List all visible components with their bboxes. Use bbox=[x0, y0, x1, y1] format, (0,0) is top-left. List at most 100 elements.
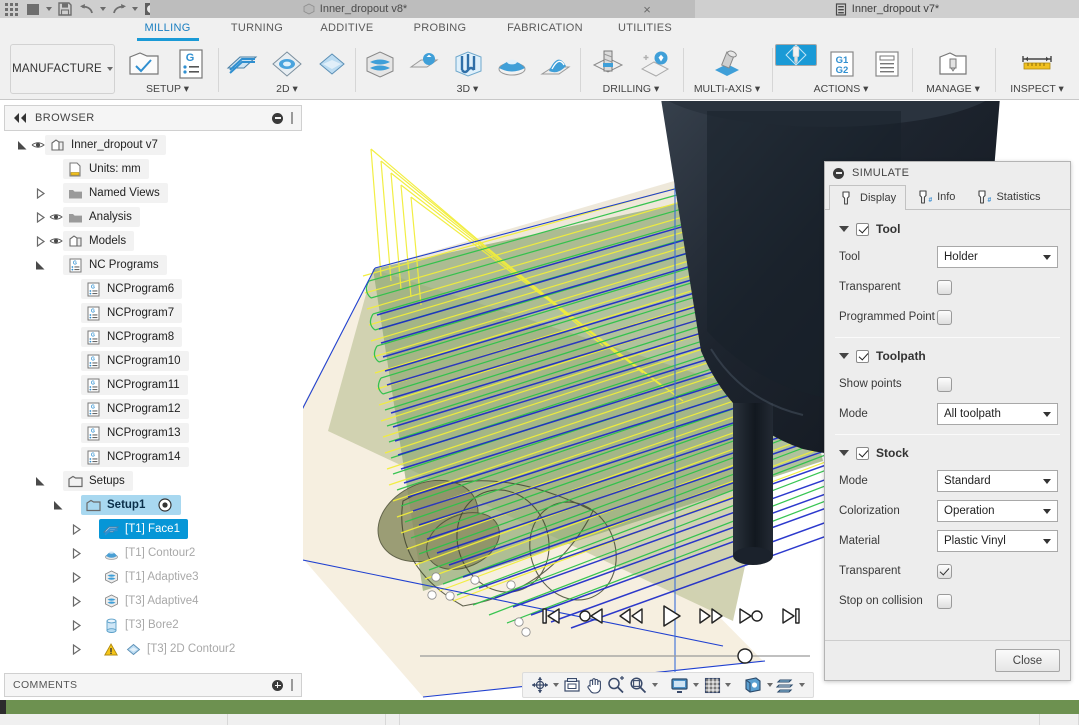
tree-item-chip[interactable]: [T1] Adaptive3 bbox=[99, 567, 207, 587]
tree-item-chip[interactable]: G NCProgram6 bbox=[81, 279, 183, 299]
tree-item-ncprogram10[interactable]: G NCProgram10 bbox=[4, 349, 302, 373]
tree-item-setups[interactable]: Setups bbox=[4, 469, 302, 493]
simulate-dialog[interactable]: SIMULATE Display#Info#Statistics ToolToo… bbox=[824, 161, 1071, 681]
simulate-dialog-body[interactable]: Tool Tool Holder Transparent Programmed Poin… bbox=[825, 210, 1070, 640]
ribbon-group-label[interactable]: DRILLING ▾ bbox=[585, 83, 677, 95]
tree-item-chip[interactable]: Inner_dropout v7 bbox=[45, 135, 166, 155]
tree-item-chip[interactable]: Models bbox=[63, 231, 135, 251]
scallop-icon[interactable] bbox=[492, 44, 531, 84]
ribbon-group-label[interactable]: ACTIONS ▾ bbox=[775, 83, 907, 95]
file-menu-caret-icon[interactable] bbox=[44, 0, 54, 18]
file-icon[interactable] bbox=[22, 0, 44, 18]
tree-item-chip[interactable]: G NCProgram13 bbox=[81, 423, 189, 443]
pocket-2d-icon[interactable] bbox=[267, 44, 307, 84]
tree-item-setup1[interactable]: Setup1 bbox=[4, 493, 302, 517]
twisty-expanded-icon[interactable] bbox=[14, 140, 30, 151]
parallel-3d-icon[interactable] bbox=[448, 44, 487, 84]
multi-axis-icon[interactable] bbox=[706, 44, 748, 84]
tree-item-chip[interactable]: G NC Programs bbox=[63, 255, 167, 275]
tree-item-analysis[interactable]: Analysis bbox=[4, 205, 302, 229]
ribbon-group-label[interactable]: MANAGE ▾ bbox=[915, 83, 991, 95]
orbit-icon[interactable] bbox=[529, 674, 550, 696]
select-material[interactable]: Plastic Vinyl bbox=[937, 530, 1058, 552]
undo-icon[interactable] bbox=[76, 0, 98, 18]
tree-item-t1-face1[interactable]: [T1] Face1 bbox=[4, 517, 302, 541]
tree-item-chip[interactable]: G NCProgram7 bbox=[81, 303, 183, 323]
redo-icon[interactable] bbox=[108, 0, 130, 18]
tree-item-chip[interactable]: G NCProgram14 bbox=[81, 447, 189, 467]
ribbon-group-label[interactable]: SETUP ▾ bbox=[120, 83, 215, 95]
checkbox-transparent[interactable] bbox=[937, 563, 952, 579]
drill-icon[interactable] bbox=[587, 44, 629, 84]
chevron-down-icon[interactable] bbox=[839, 353, 849, 359]
drill-probe-icon[interactable] bbox=[634, 44, 676, 84]
document-tab-secondary[interactable]: Inner_dropout v7* bbox=[695, 0, 1079, 18]
twisty-collapsed-icon[interactable] bbox=[68, 595, 84, 607]
select-mode[interactable]: Standard bbox=[937, 470, 1058, 492]
app-grid-icon[interactable] bbox=[0, 0, 22, 18]
twisty-expanded-icon[interactable] bbox=[50, 500, 66, 511]
setup-folder-icon[interactable] bbox=[123, 44, 165, 84]
simulate-icon[interactable] bbox=[775, 44, 817, 66]
tree-item-chip[interactable]: [T3] Adaptive4 bbox=[99, 591, 207, 611]
tree-item-t3-adaptive4[interactable]: [T3] Adaptive4 bbox=[4, 589, 302, 613]
ribbon-group-label[interactable]: 3D ▾ bbox=[360, 83, 575, 95]
checkbox-stop-on-collision[interactable] bbox=[937, 593, 952, 609]
tree-item-nc-programs[interactable]: G NC Programs bbox=[4, 253, 302, 277]
browser-layout-caret-icon[interactable] bbox=[797, 674, 807, 696]
post-process-icon[interactable]: G1 G2 bbox=[822, 44, 862, 84]
tree-item-chip[interactable]: Setup1 bbox=[81, 495, 182, 515]
section-header-toolpath[interactable]: Toolpath bbox=[825, 343, 1070, 369]
chevron-down-icon[interactable] bbox=[839, 450, 849, 456]
twisty-collapsed-icon[interactable] bbox=[68, 571, 84, 583]
section-header-tool[interactable]: Tool bbox=[825, 216, 1070, 242]
spiral-icon[interactable] bbox=[536, 44, 575, 84]
select-tool[interactable]: Holder bbox=[937, 246, 1058, 268]
tree-item-chip[interactable]: G NCProgram11 bbox=[81, 375, 188, 395]
setup-sheet-icon[interactable] bbox=[867, 44, 907, 84]
add-comment-icon[interactable] bbox=[272, 679, 283, 691]
viewports-icon[interactable] bbox=[743, 674, 764, 696]
view-navigation-bar[interactable] bbox=[522, 672, 814, 698]
browser-tree[interactable]: Inner_dropout v7 Units: mm Named Views Anal… bbox=[4, 133, 302, 668]
tree-item-chip[interactable]: G NCProgram12 bbox=[81, 399, 189, 419]
twisty-collapsed-icon[interactable] bbox=[68, 643, 84, 655]
tree-item-ncprogram14[interactable]: G NCProgram14 bbox=[4, 445, 302, 469]
fit-icon[interactable] bbox=[628, 674, 649, 696]
tree-item-chip[interactable]: [T3] 2D Contour2 bbox=[99, 639, 243, 659]
tree-item-t3-bore2[interactable]: [T3] Bore2 bbox=[4, 613, 302, 637]
tree-item-chip[interactable]: G NCProgram10 bbox=[81, 351, 189, 371]
visibility-eye-icon[interactable] bbox=[48, 212, 63, 222]
twisty-collapsed-icon[interactable] bbox=[32, 211, 48, 223]
document-tab-active[interactable]: Inner_dropout v8* bbox=[205, 0, 505, 18]
measure-icon[interactable] bbox=[1016, 44, 1058, 84]
tree-item-chip[interactable]: [T1] Contour2 bbox=[99, 543, 203, 563]
checkbox-programmed-point[interactable] bbox=[937, 309, 952, 325]
tree-item-ncprogram8[interactable]: G NCProgram8 bbox=[4, 325, 302, 349]
twisty-collapsed-icon[interactable] bbox=[68, 523, 84, 535]
step-forward-point-button[interactable] bbox=[736, 601, 766, 631]
active-setup-target-icon[interactable] bbox=[157, 497, 173, 513]
tool-library-icon[interactable] bbox=[932, 44, 974, 84]
skip-to-end-button[interactable] bbox=[776, 601, 806, 631]
tree-item-t1-adaptive3[interactable]: [T1] Adaptive3 bbox=[4, 565, 302, 589]
section-checkbox[interactable] bbox=[856, 446, 869, 460]
twisty-collapsed-icon[interactable] bbox=[32, 235, 48, 247]
skip-to-start-button[interactable] bbox=[536, 601, 566, 631]
checkbox-show-points[interactable] bbox=[937, 376, 952, 392]
display-settings-caret-icon[interactable] bbox=[691, 674, 701, 696]
face-icon[interactable] bbox=[222, 44, 262, 84]
step-back-point-button[interactable] bbox=[576, 601, 606, 631]
play-button[interactable] bbox=[656, 601, 686, 631]
section-checkbox[interactable] bbox=[856, 222, 869, 236]
tree-item-inner-dropout-v7[interactable]: Inner_dropout v7 bbox=[4, 133, 302, 157]
workspace-switcher-button[interactable]: MANUFACTURE bbox=[10, 44, 115, 94]
visibility-eye-icon[interactable] bbox=[30, 140, 45, 150]
orbit-caret-icon[interactable] bbox=[551, 674, 561, 696]
checkbox-transparent[interactable] bbox=[937, 279, 952, 295]
tree-item-chip[interactable]: [T3] Bore2 bbox=[99, 615, 187, 635]
section-header-stock[interactable]: Stock bbox=[825, 440, 1070, 466]
close-tab-icon[interactable]: × bbox=[638, 0, 656, 18]
browser-layout-icon[interactable] bbox=[775, 674, 796, 696]
pan-icon[interactable] bbox=[584, 674, 605, 696]
